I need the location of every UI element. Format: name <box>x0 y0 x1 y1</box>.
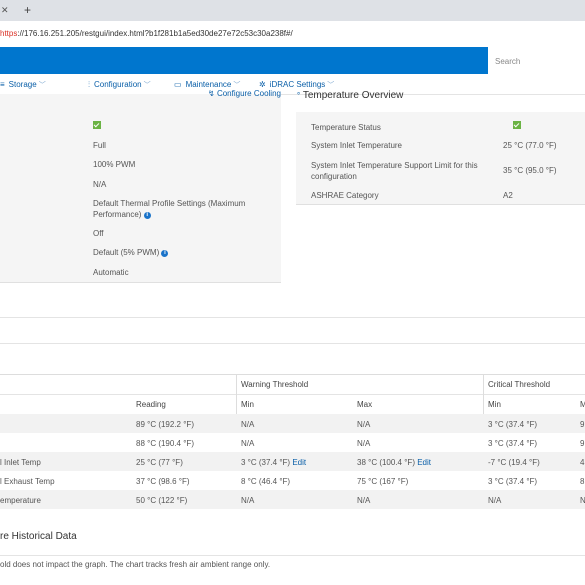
divider <box>0 555 585 556</box>
probe-name: l Exhaust Temp <box>0 477 55 486</box>
new-tab-button[interactable]: + <box>24 3 31 17</box>
configure-cooling-link[interactable]: ↯ Configure Cooling <box>208 89 281 98</box>
column-separator <box>236 375 237 414</box>
monitor-icon: ▭ <box>174 80 182 89</box>
probe-reading: 25 °C (77 °F) <box>136 458 183 467</box>
historical-data-note: old does not impact the graph. The chart… <box>0 560 271 569</box>
warning-min: N/A <box>241 420 255 429</box>
sliders-icon: ⫶ <box>88 80 90 89</box>
status-ok-icon <box>513 121 522 129</box>
storage-icon: ≡ <box>0 80 5 89</box>
overview-value: 35 °C (95.0 °F) <box>503 166 557 175</box>
warning-min-header[interactable]: Min <box>241 400 254 409</box>
warning-threshold-header: Warning Threshold <box>241 380 309 389</box>
critical-min: -7 °C (19.4 °F) <box>488 458 540 467</box>
edit-warning-min-link[interactable]: Edit <box>292 458 306 467</box>
temperature-overview-title: ° Temperature Overview <box>297 90 404 101</box>
table-row: 89 °C (192.2 °F) N/A N/A 3 °C (37.4 °F) … <box>0 414 585 433</box>
settings-icon: ↯ <box>208 89 217 98</box>
reading-header[interactable]: Reading <box>136 400 166 409</box>
probe-reading: 37 °C (98.6 °F) <box>136 477 190 486</box>
overview-value: A2 <box>503 191 513 200</box>
critical-max: 9 <box>580 439 585 448</box>
warning-max-header[interactable]: Max <box>357 400 372 409</box>
overview-label: ASHRAE Category <box>311 191 379 200</box>
overview-value: 25 °C (77.0 °F) <box>503 141 557 150</box>
warning-min: 8 °C (46.4 °F) <box>241 477 291 486</box>
critical-min: N/A <box>488 496 502 505</box>
critical-max: N <box>580 496 585 505</box>
critical-max: 9 <box>580 420 585 429</box>
critical-max: 4 <box>580 458 585 467</box>
cooling-value: 100% PWM <box>93 160 136 169</box>
chevron-down-icon: ﹀ <box>233 82 241 89</box>
critical-min: 3 °C (37.4 °F) <box>488 420 538 429</box>
column-separator <box>483 375 484 414</box>
warning-max: 75 °C (167 °F) <box>357 477 409 486</box>
warning-min: N/A <box>241 439 255 448</box>
critical-max-header[interactable]: M <box>580 400 585 409</box>
warning-max: 38 °C (100.4 °F) Edit <box>357 458 432 467</box>
overview-label: System Inlet Temperature <box>311 141 403 150</box>
table-row: 88 °C (190.4 °F) N/A N/A 3 °C (37.4 °F) … <box>0 433 585 452</box>
table-row: l Inlet Temp 25 °C (77 °F) 3 °C (37.4 °F… <box>0 452 585 471</box>
thermometer-icon: ° <box>297 91 301 100</box>
probe-reading: 50 °C (122 °F) <box>136 496 188 505</box>
divider <box>0 343 585 344</box>
fan-speed-offset-value: Default (5% PWM) i <box>93 247 169 258</box>
gear-icon: ✲ <box>259 80 266 89</box>
status-ok-icon <box>93 121 101 129</box>
info-icon[interactable]: i <box>161 250 169 257</box>
critical-min: 3 °C (37.4 °F) <box>488 477 538 486</box>
edit-warning-max-link[interactable]: Edit <box>417 458 431 467</box>
critical-threshold-header: Critical Threshold <box>488 380 551 389</box>
header-divider <box>0 394 585 395</box>
cooling-value: Full <box>93 141 106 150</box>
search-placeholder: Search <box>495 57 521 66</box>
table-row: l Exhaust Temp 37 °C (98.6 °F) 8 °C (46.… <box>0 471 585 490</box>
warning-max: N/A <box>357 496 371 505</box>
nav-item-configuration[interactable]: ⫶ Configuration ﹀ <box>88 80 151 90</box>
warning-min: N/A <box>241 496 255 505</box>
warning-max: N/A <box>357 420 371 429</box>
historical-data-title: re Historical Data <box>0 531 77 542</box>
cooling-value: N/A <box>93 180 107 189</box>
warning-max: N/A <box>357 439 371 448</box>
critical-min-header[interactable]: Min <box>488 400 501 409</box>
cooling-value: Automatic <box>93 268 129 277</box>
probe-name: l Inlet Temp <box>0 458 41 467</box>
probe-name: emperature <box>0 496 41 505</box>
probe-reading: 89 °C (192.2 °F) <box>136 420 194 429</box>
overview-label: Temperature Status <box>311 123 381 132</box>
divider <box>0 317 585 318</box>
cooling-value: Off <box>93 229 104 238</box>
probe-reading: 88 °C (190.4 °F) <box>136 439 194 448</box>
critical-min: 3 °C (37.4 °F) <box>488 439 538 448</box>
url-scheme: https <box>0 29 18 38</box>
chevron-down-icon: ﹀ <box>327 82 335 89</box>
url-text[interactable]: https://176.16.251.205/restgui/index.htm… <box>0 29 293 38</box>
info-icon[interactable]: i <box>143 212 151 219</box>
nav-item-storage[interactable]: ≡ Storage ﹀ <box>0 80 46 90</box>
thermal-profile-value: Default Thermal Profile Settings (Maximu… <box>93 199 246 219</box>
browser-tab-strip <box>0 0 585 21</box>
app-header-bar <box>0 47 488 74</box>
table-row: emperature 50 °C (122 °F) N/A N/A N/A N <box>0 490 585 509</box>
url-path: ://176.16.251.205/restgui/index.html?b1f… <box>17 29 293 38</box>
warning-min: 3 °C (37.4 °F) Edit <box>241 458 307 467</box>
overview-label: System Inlet Temperature Support Limit f… <box>311 161 478 181</box>
chevron-down-icon: ﹀ <box>143 82 151 89</box>
chevron-down-icon: ﹀ <box>38 82 46 89</box>
critical-max: 8 <box>580 477 585 486</box>
close-tab-icon[interactable]: ✕ <box>1 5 9 16</box>
